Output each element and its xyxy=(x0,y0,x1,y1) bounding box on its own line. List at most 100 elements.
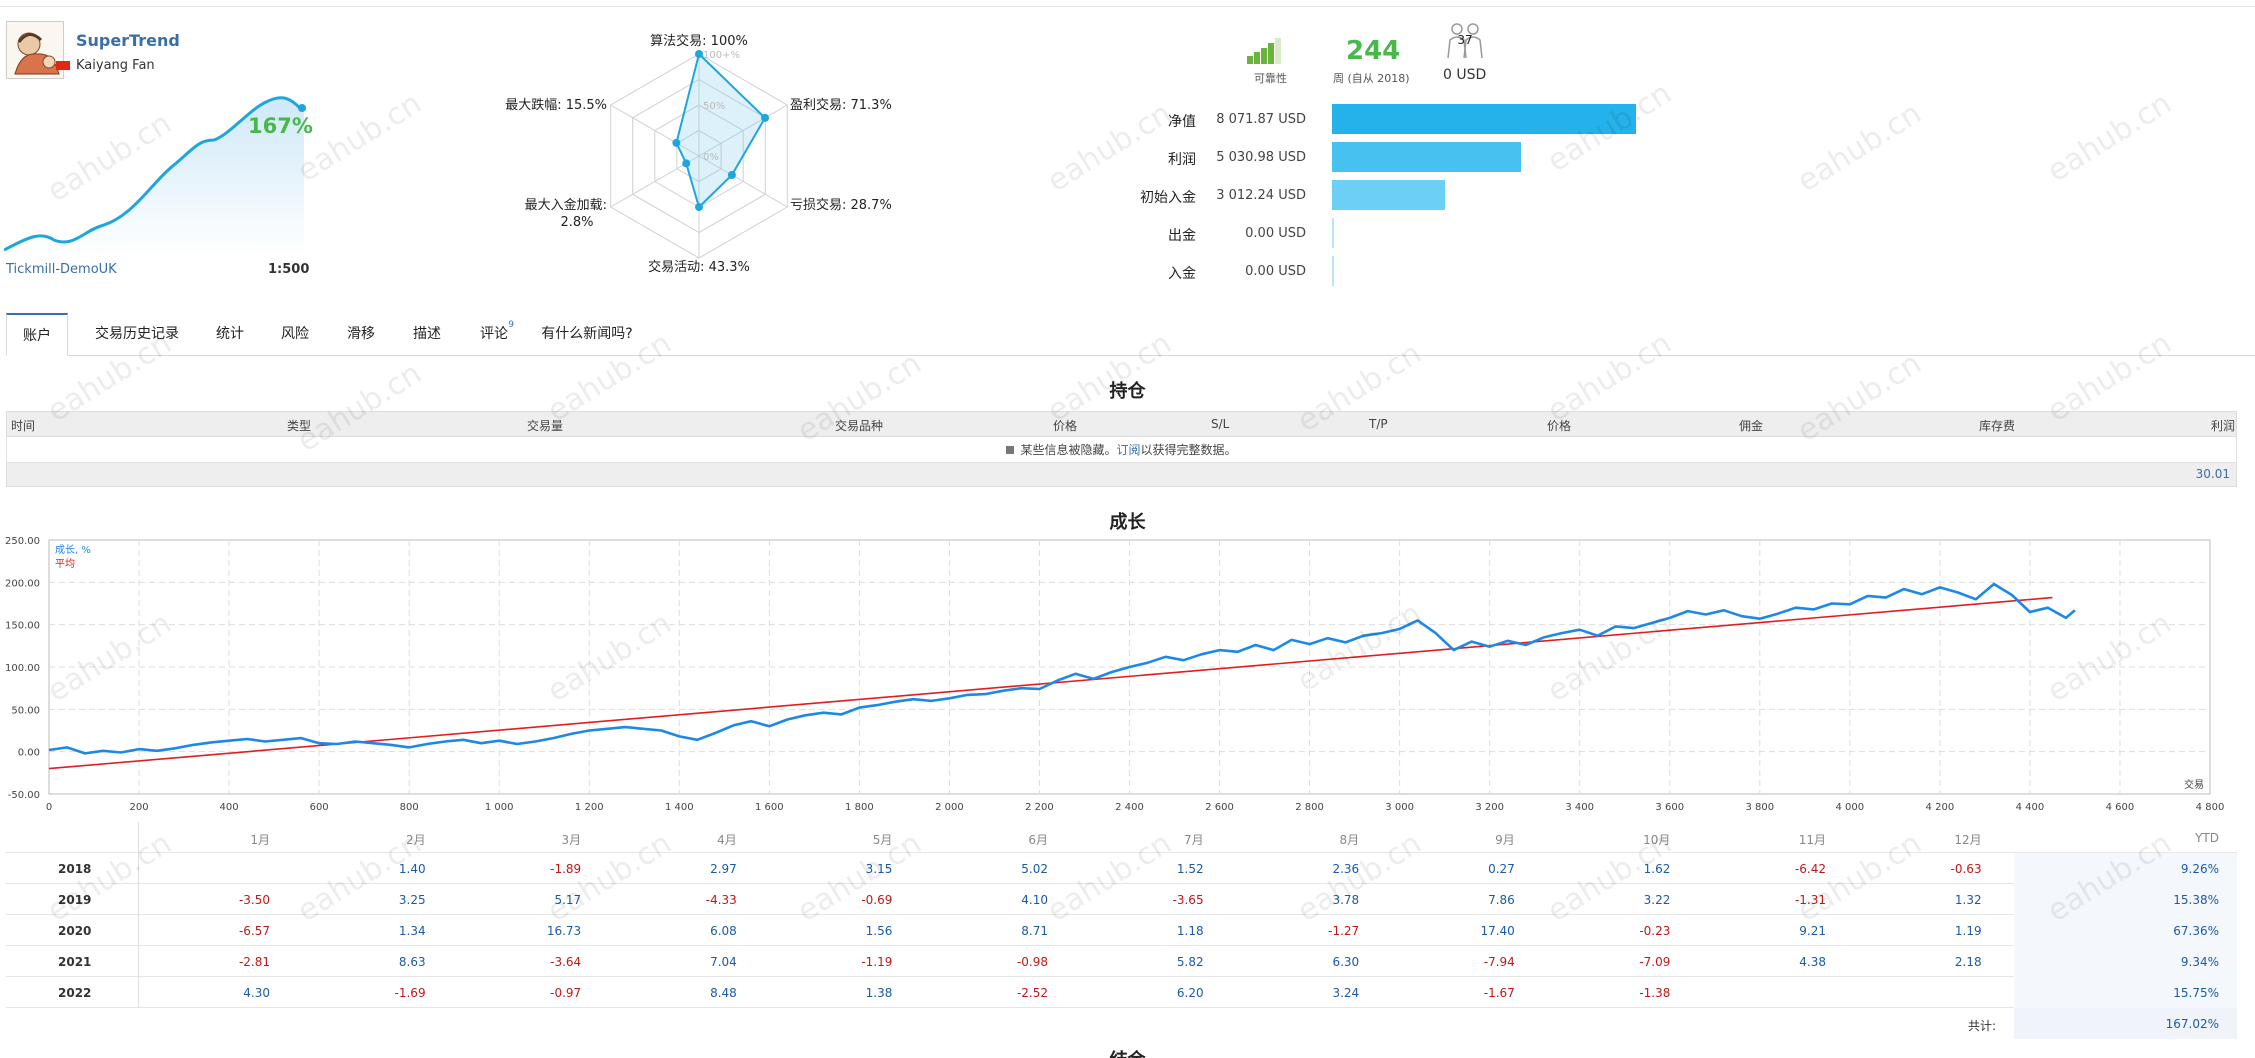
month-value[interactable]: -1.38 xyxy=(1610,986,1670,1000)
tab-label: 有什么新闻吗? xyxy=(541,326,633,342)
month-value[interactable]: 6.08 xyxy=(677,924,737,938)
month-value[interactable]: 3.78 xyxy=(1299,893,1359,907)
month-value[interactable]: 4.30 xyxy=(210,986,270,1000)
month-value[interactable]: 1.52 xyxy=(1144,862,1204,876)
month-value[interactable]: 1.40 xyxy=(366,862,426,876)
tab-0[interactable]: 账户 xyxy=(6,313,68,356)
growth-x-tick: 4 000 xyxy=(1836,802,1865,813)
month-value[interactable]: -3.64 xyxy=(521,955,581,969)
positions-total-row: 30.01 xyxy=(6,463,2237,487)
bar-fill xyxy=(1332,180,1446,210)
radar-label-activity: 交易活动: 43.3% xyxy=(648,259,750,275)
month-value[interactable]: 7.86 xyxy=(1455,893,1515,907)
month-value[interactable]: 8.48 xyxy=(677,986,737,1000)
year-separator xyxy=(138,853,139,884)
month-value[interactable]: -0.23 xyxy=(1610,924,1670,938)
growth-x-tick: 3 800 xyxy=(1745,802,1774,813)
month-value[interactable]: 3.25 xyxy=(366,893,426,907)
month-header: 5月 xyxy=(872,833,893,847)
month-value[interactable]: 8.63 xyxy=(366,955,426,969)
top-divider xyxy=(0,6,2255,7)
month-value[interactable]: -6.42 xyxy=(1766,862,1826,876)
year-label: 2022 xyxy=(58,986,92,1000)
year-label: 2018 xyxy=(58,862,92,876)
month-value[interactable]: 1.56 xyxy=(832,924,893,938)
reliability-label: 可靠性 xyxy=(1254,72,1287,85)
bar-fill xyxy=(1332,104,1636,134)
signal-avatar[interactable] xyxy=(6,21,64,79)
month-value[interactable]: 3.24 xyxy=(1299,986,1359,1000)
month-value[interactable]: -4.33 xyxy=(677,893,737,907)
month-value[interactable]: 2.18 xyxy=(1922,955,1982,969)
month-value[interactable]: 1.18 xyxy=(1144,924,1204,938)
tab-2[interactable]: 统计 xyxy=(202,313,258,356)
month-value[interactable]: 1.62 xyxy=(1610,862,1671,876)
month-value[interactable]: -1.89 xyxy=(521,862,581,876)
growth-x-tick: 2 200 xyxy=(1025,802,1054,813)
year-label: 2021 xyxy=(58,955,92,969)
month-value[interactable]: -0.69 xyxy=(832,893,892,907)
month-value[interactable]: -1.67 xyxy=(1455,986,1515,1000)
month-value[interactable]: 4.38 xyxy=(1766,955,1826,969)
month-value[interactable]: 1.38 xyxy=(832,986,893,1000)
month-value[interactable]: -2.81 xyxy=(210,955,270,969)
growth-x-tick: 2 000 xyxy=(935,802,964,813)
month-value[interactable]: 0.27 xyxy=(1455,862,1515,876)
month-value[interactable]: 8.71 xyxy=(988,924,1048,938)
month-value[interactable]: 6.20 xyxy=(1144,986,1204,1000)
broker-link[interactable]: Tickmill-DemoUK xyxy=(6,262,117,277)
month-value[interactable]: -1.19 xyxy=(832,955,892,969)
radar-ring-label-50: 50% xyxy=(703,101,725,112)
month-value[interactable]: 4.10 xyxy=(988,893,1048,907)
growth-x-tick: 3 600 xyxy=(1655,802,1684,813)
radar-chart: 算法交易: 100% 盈利交易: 71.3% 亏损交易: 28.7% 交易活动:… xyxy=(505,33,892,275)
tab-4[interactable]: 滑移 xyxy=(332,313,390,356)
month-value[interactable]: 2.97 xyxy=(677,862,737,876)
month-value[interactable]: 9.21 xyxy=(1766,924,1826,938)
subscribe-link[interactable]: 订阅 xyxy=(1116,443,1140,457)
month-value[interactable]: -3.50 xyxy=(210,893,270,907)
bar-value: 0.00 USD xyxy=(1245,226,1306,241)
month-value[interactable]: -0.97 xyxy=(521,986,581,1000)
month-value[interactable]: 2.36 xyxy=(1299,862,1359,876)
month-value[interactable]: 3.22 xyxy=(1610,893,1671,907)
month-value[interactable]: 3.15 xyxy=(832,862,893,876)
mini-chart-endpoint xyxy=(298,104,306,112)
month-value[interactable]: 7.04 xyxy=(677,955,737,969)
radar-shape xyxy=(675,52,767,209)
tab-5[interactable]: 描述 xyxy=(398,313,456,356)
month-value[interactable]: 1.34 xyxy=(366,924,426,938)
tab-7[interactable]: 有什么新闻吗? xyxy=(530,313,644,356)
month-value[interactable]: -7.09 xyxy=(1610,955,1670,969)
signal-name[interactable]: SuperTrend xyxy=(76,31,180,50)
month-value[interactable]: 6.30 xyxy=(1299,955,1359,969)
signal-author[interactable]: Kaiyang Fan xyxy=(76,58,155,73)
tab-6[interactable]: 评论 9 xyxy=(464,313,524,356)
month-value[interactable]: -1.69 xyxy=(366,986,426,1000)
month-value[interactable]: -3.65 xyxy=(1144,893,1204,907)
month-value[interactable]: -6.57 xyxy=(210,924,270,938)
radar-label-loss: 亏损交易: 28.7% xyxy=(790,197,892,213)
month-value[interactable]: -0.63 xyxy=(1922,862,1982,876)
growth-x-tick: 3 000 xyxy=(1385,802,1414,813)
month-header: 3月 xyxy=(561,833,582,847)
month-value[interactable]: 1.19 xyxy=(1922,924,1982,938)
growth-x-tick: 800 xyxy=(400,802,419,813)
month-value[interactable]: -0.98 xyxy=(988,955,1048,969)
tab-3[interactable]: 风险 xyxy=(266,313,324,356)
month-value[interactable]: -2.52 xyxy=(988,986,1048,1000)
month-value[interactable]: 5.82 xyxy=(1144,955,1204,969)
positions-col-header: 库存费 xyxy=(1979,419,2016,433)
month-value[interactable]: 1.32 xyxy=(1922,893,1982,907)
month-value[interactable]: -7.94 xyxy=(1455,955,1515,969)
month-value[interactable]: -1.27 xyxy=(1299,924,1359,938)
growth-y-tick: 200.00 xyxy=(5,578,40,589)
year-separator xyxy=(138,884,139,915)
month-value[interactable]: 17.40 xyxy=(1455,924,1514,938)
month-value[interactable]: 16.73 xyxy=(521,924,581,938)
tab-1[interactable]: 交易历史记录 xyxy=(78,313,196,356)
growth-x-tick: 4 200 xyxy=(1926,802,1955,813)
month-value[interactable]: 5.17 xyxy=(521,893,581,907)
month-value[interactable]: -1.31 xyxy=(1766,893,1826,907)
month-value[interactable]: 5.02 xyxy=(988,862,1048,876)
